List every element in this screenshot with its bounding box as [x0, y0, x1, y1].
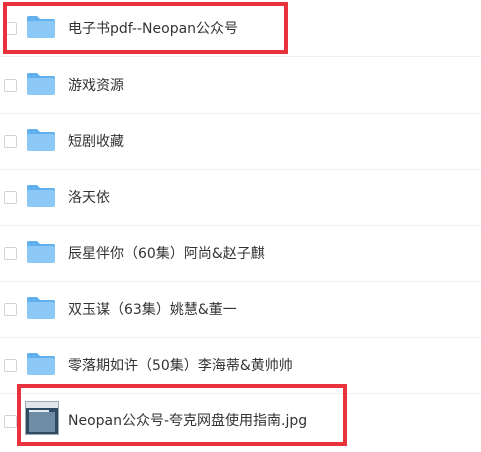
folder-icon — [27, 73, 55, 95]
file-row-drama-60[interactable]: 辰星伴你（60集）阿尚&赵子麒 — [0, 225, 481, 282]
folder-icon — [27, 185, 55, 207]
folder-icon — [27, 129, 55, 151]
file-name[interactable]: 游戏资源 — [68, 77, 124, 95]
file-name[interactable]: 洛天依 — [68, 189, 110, 207]
file-row-game-resources[interactable]: 游戏资源 — [0, 57, 481, 114]
row-checkbox[interactable] — [4, 359, 17, 372]
folder-icon — [27, 353, 55, 375]
file-row-drama-63[interactable]: 双玉谋（63集）姚慧&董一 — [0, 281, 481, 338]
file-name[interactable]: 零落期如许（50集）李海蒂&黄帅帅 — [68, 357, 293, 375]
row-checkbox[interactable] — [4, 79, 17, 92]
row-checkbox[interactable] — [4, 303, 17, 316]
row-checkbox[interactable] — [4, 415, 17, 428]
row-checkbox[interactable] — [4, 135, 17, 148]
folder-icon — [27, 241, 55, 263]
file-name[interactable]: 双玉谋（63集）姚慧&董一 — [68, 301, 237, 319]
folder-icon — [27, 297, 55, 319]
row-checkbox[interactable] — [4, 247, 17, 260]
file-name[interactable]: 短剧收藏 — [68, 133, 124, 151]
highlight-box-guide-row — [17, 384, 347, 446]
row-checkbox[interactable] — [4, 191, 17, 204]
file-name[interactable]: 辰星伴你（60集）阿尚&赵子麒 — [68, 245, 265, 263]
file-row-luo-tianyi[interactable]: 洛天依 — [0, 169, 481, 226]
highlight-box-ebook-row — [3, 2, 288, 54]
file-row-short-drama[interactable]: 短剧收藏 — [0, 113, 481, 170]
